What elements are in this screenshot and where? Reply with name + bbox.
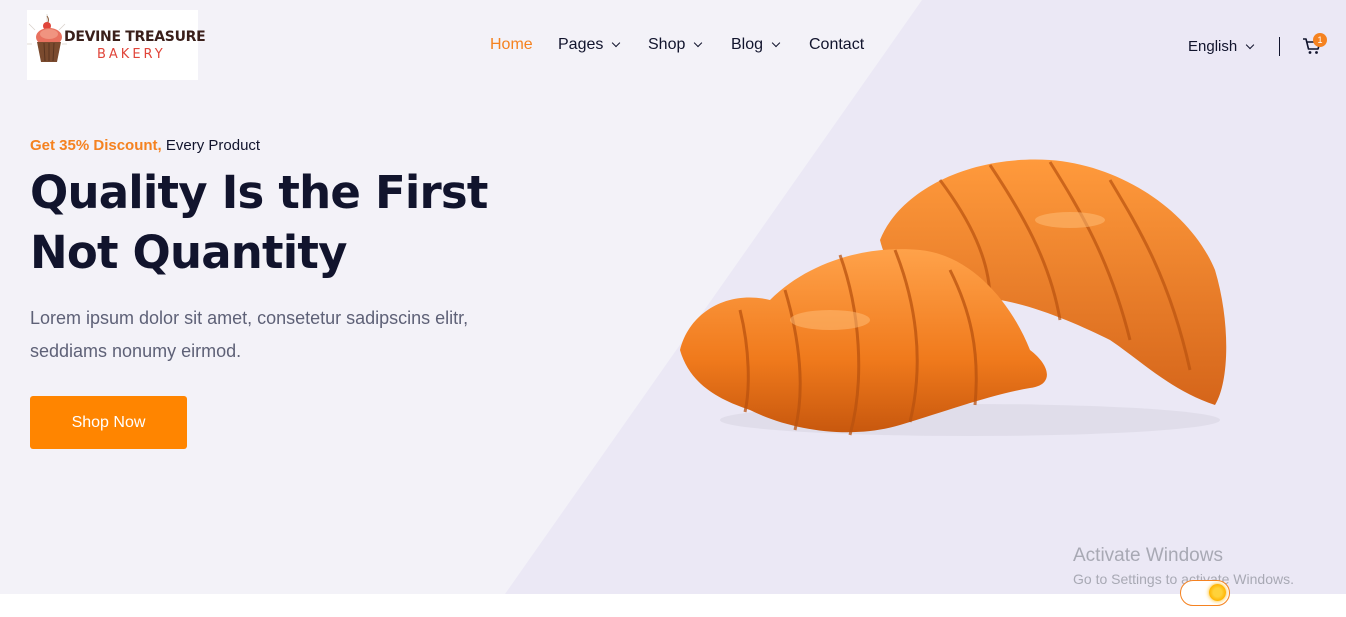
theme-toggle[interactable] [1180, 580, 1230, 606]
cart-count-badge: 1 [1313, 33, 1327, 47]
cupcake-logo-icon [27, 14, 67, 62]
sun-icon [1209, 584, 1226, 601]
language-selector[interactable]: English [1188, 38, 1255, 55]
header-divider [1279, 37, 1280, 56]
discount-tagline: Get 35% Discount, Every Product [30, 137, 260, 154]
site-logo[interactable]: DEVINE TREASURE BAKERY [27, 10, 206, 80]
nav-item-home[interactable]: Home [490, 36, 533, 54]
shop-now-button[interactable]: Shop Now [30, 396, 187, 449]
nav-item-label: Contact [809, 36, 865, 53]
discount-rest: Every Product [165, 137, 261, 154]
hero-section: DEVINE TREASURE BAKERY Home Pages Shop B… [0, 0, 1346, 594]
nav-item-contact[interactable]: Contact [809, 36, 864, 54]
discount-highlight: Get 35% Discount, [30, 137, 162, 154]
chevron-down-icon [771, 38, 781, 48]
croissant-image [680, 159, 1227, 436]
nav-item-shop[interactable]: Shop [648, 36, 703, 54]
nav-item-label: Home [490, 36, 533, 53]
nav-item-label: Shop [648, 36, 686, 53]
nav-item-pages[interactable]: Pages [558, 36, 621, 54]
headline-line2: Not Quantity [30, 226, 347, 279]
activate-windows-title: Activate Windows [1073, 545, 1223, 566]
logo-text-secondary: BAKERY [97, 47, 166, 62]
nav-item-label: Blog [731, 36, 764, 53]
nav-item-blog[interactable]: Blog [731, 36, 781, 54]
headline-line1: Quality Is the First [30, 166, 488, 219]
hero-headline: Quality Is the First Not Quantity [30, 163, 550, 283]
chevron-down-icon [612, 38, 621, 48]
hero-description: Lorem ipsum dolor sit amet, consetetur s… [30, 302, 500, 368]
nav-item-label: Pages [558, 36, 604, 53]
description-line2: seddiams nonumy eirmod. [30, 341, 242, 361]
logo-text-primary: DEVINE TREASURE [64, 29, 206, 45]
description-line1: Lorem ipsum dolor sit amet, consetetur s… [30, 308, 469, 328]
chevron-down-icon [694, 38, 703, 48]
language-label: English [1188, 38, 1238, 55]
chevron-down-icon [1245, 40, 1255, 49]
